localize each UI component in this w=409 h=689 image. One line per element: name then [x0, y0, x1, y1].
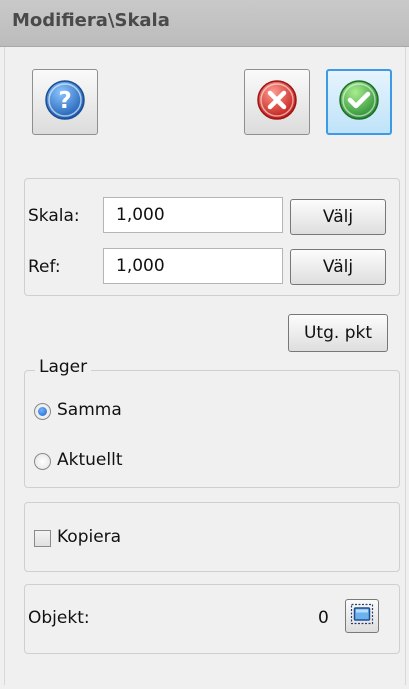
title-bar: Modifiera\Skala: [0, 0, 409, 47]
ok-icon: [338, 79, 380, 126]
copy-checkbox[interactable]: [34, 530, 51, 547]
ok-button[interactable]: [326, 69, 392, 135]
select-objects-button[interactable]: [345, 599, 379, 633]
scale-choose-button[interactable]: Välj: [290, 199, 386, 235]
radio-same-label[interactable]: Samma: [57, 400, 122, 420]
scale-input[interactable]: [103, 197, 283, 233]
ref-input[interactable]: [103, 248, 283, 284]
origin-point-button[interactable]: Utg. pkt: [288, 314, 388, 352]
radio-same[interactable]: [34, 403, 51, 420]
layer-group: [24, 370, 400, 488]
ref-choose-button[interactable]: Välj: [290, 249, 386, 285]
objects-count: 0: [318, 608, 329, 628]
layer-legend: Lager: [35, 357, 92, 377]
radio-selected-dot: [38, 407, 47, 416]
scale-label: Skala:: [28, 206, 80, 226]
cancel-button[interactable]: [244, 69, 310, 135]
cancel-icon: [256, 79, 298, 126]
ref-label: Ref:: [28, 257, 61, 277]
svg-text:?: ?: [58, 88, 71, 114]
radio-current[interactable]: [34, 453, 51, 470]
radio-current-label[interactable]: Aktuellt: [57, 450, 123, 470]
help-icon: ?: [44, 79, 86, 126]
select-window-icon: [350, 603, 374, 630]
help-button[interactable]: ?: [32, 69, 98, 135]
objects-label: Objekt:: [28, 608, 90, 628]
window-title: Modifiera\Skala: [12, 10, 170, 31]
copy-label[interactable]: Kopiera: [57, 527, 121, 547]
